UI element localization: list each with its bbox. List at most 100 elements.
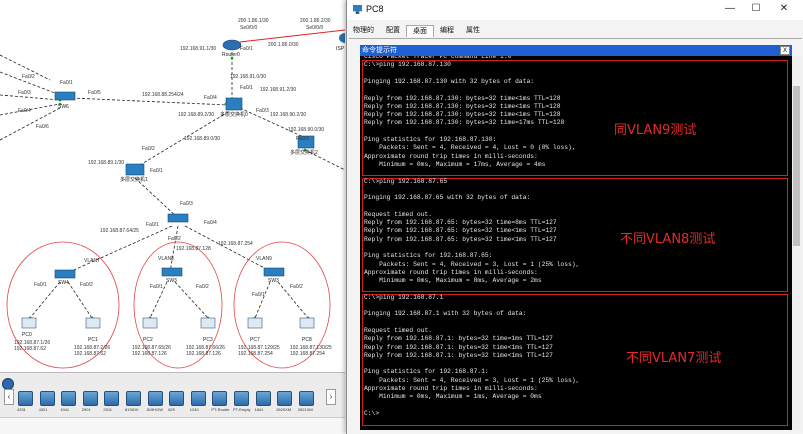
cmd-line: Request timed out. (364, 326, 433, 334)
device-slot-label: 1240 (189, 407, 199, 412)
cmd-line: Cisco Packet Tracer PC Command Line 1.0 (364, 56, 512, 60)
scroll-left-button[interactable]: ‹ (4, 389, 14, 405)
title-bar: PC8 — ☐ ✕ (347, 0, 803, 20)
label-vlan8: VLAN8 (158, 256, 174, 262)
tab-bar: 物理的 配置 桌面 编程 属性 (347, 25, 803, 39)
label-pc1-ip: 192.168.87.2/26 192.168.87.62 (74, 345, 111, 357)
device-slot-label: 819IOX (125, 407, 139, 412)
cmd-line: Ping statistics for 192.168.87.65: (364, 252, 493, 260)
pc8-label: PC8 (302, 337, 312, 343)
cmd-line: Packets: Sent = 4, Received = 4, Lost = … (364, 144, 576, 152)
label-r-ip4: 192.168.91.1/30 (180, 46, 217, 52)
label-r-ip2: 200.1.86.2/30 (300, 18, 331, 24)
scroll-right-button[interactable]: › (326, 389, 336, 405)
label-net2: 192.168.91.2/30 (260, 87, 297, 93)
cmd-line: Approximate round trip times in milli-se… (364, 268, 538, 276)
cmd-line: Reply from 192.168.87.130: bytes=32 time… (364, 102, 561, 110)
sw-mid-label: 多层交换机1 (120, 177, 148, 183)
command-prompt-output[interactable]: Cisco Packet Tracer PC Command Line 1.0 C… (360, 56, 792, 430)
cmd-line: Reply from 192.168.87.1: bytes=32 time<1… (364, 351, 553, 359)
isp-label: ISP (336, 46, 345, 52)
pc3-label: PC3 (203, 337, 213, 343)
pc0-label: PC0 (22, 332, 32, 338)
port-label: Fa0/2 (290, 284, 303, 290)
device-slot[interactable] (82, 391, 98, 406)
device-slot[interactable] (169, 391, 185, 406)
topology-links (0, 29, 345, 369)
cmd-line: Minimum = 0ms, Maximum = 17ms, Average =… (364, 160, 546, 168)
tab-attributes[interactable]: 属性 (460, 25, 486, 37)
device-slot[interactable] (212, 391, 228, 406)
pc1-label: PC1 (88, 337, 98, 343)
label-pc3-ip: 192.168.87.66/26 192.168.87.126 (186, 345, 225, 357)
scrollbar-thumb[interactable] (793, 86, 800, 246)
port-label: Fa0/1 (150, 168, 163, 174)
label-vlan7: VLAN7 (84, 258, 100, 264)
pc8-window: PC8 — ☐ ✕ 物理的 配置 桌面 编程 属性 命令提示符 X Cisco … (346, 0, 803, 434)
device-slot[interactable] (39, 391, 55, 406)
port-label: Fa0/3 (296, 136, 309, 142)
port-label: Fa0/6 (36, 124, 49, 130)
device-slot-label: 2901 (81, 407, 91, 412)
device-slot-label: 2621XM (297, 407, 313, 412)
cmd-line: Ping statistics for 192.168.87.130: (364, 136, 497, 143)
label-r-ip1: 200.1.86.1/30 (238, 18, 269, 24)
device-slot[interactable] (18, 391, 33, 406)
tab-physical[interactable]: 物理的 (347, 25, 380, 37)
label-pc7-ip: 192.168.87.129/25 192.168.87.254 (238, 345, 280, 357)
annotation-vlan9: 同VLAN9测试 (614, 123, 697, 138)
cmd-scrollbar[interactable] (792, 56, 801, 430)
device-slot[interactable] (298, 391, 314, 406)
tab-programming[interactable]: 编程 (434, 25, 460, 37)
cmd-line: Pinging 192.168.87.1 with 32 bytes of da… (364, 310, 527, 318)
cmd-line: Packets: Sent = 4, Received = 3, Lost = … (364, 376, 580, 384)
label-r-if3: Fa0/1 (240, 46, 253, 52)
port-label: Fa0/1 (60, 80, 73, 86)
device-slot[interactable] (255, 391, 271, 406)
cmd-line: Minimum = 0ms, Maximum = 8ms, Average = … (364, 277, 542, 285)
device-slot[interactable] (104, 391, 120, 406)
app-stage: Router0 ISP SW6 多层交换机0 多层交换机2 多层交换机1 SW4… (0, 0, 803, 434)
device-slot[interactable] (126, 391, 141, 406)
device-description-panel (0, 417, 345, 434)
cmd-line: C:\>ping 192.168.87.1 (364, 293, 444, 301)
port-label: Fa0/3 (256, 108, 269, 114)
command-prompt-title: 命令提示符 (362, 47, 397, 54)
cmd-line: C:\>ping 192.168.87.130 (364, 61, 451, 69)
cmd-line: Reply from 192.168.87.65: bytes=32 time<… (364, 235, 557, 243)
tab-desktop[interactable]: 桌面 (406, 25, 434, 37)
label-net6: 192.168.90.0/30 (288, 127, 325, 133)
tab-config[interactable]: 配置 (380, 25, 406, 37)
close-icon[interactable]: ✕ (777, 3, 791, 14)
cmd-line: Pinging 192.168.87.130 with 32 bytes of … (364, 77, 535, 85)
device-slot[interactable] (234, 391, 249, 406)
maximize-icon[interactable]: ☐ (749, 3, 763, 14)
device-slot-label: PT-Empty (233, 407, 251, 412)
device-slot-label: PT-Router (211, 407, 230, 412)
device-slot[interactable] (147, 391, 163, 406)
sw4-label: SW4 (58, 280, 69, 286)
label-net5: 192.168.90.2/30 (270, 112, 307, 118)
cmd-line: Approximate round trip times in milli-se… (364, 385, 538, 392)
device-slot-label: 1841 (254, 407, 264, 412)
sw3b-label: SW3 (268, 278, 279, 284)
device-slot[interactable] (277, 391, 293, 406)
device-slot-label: 819HGW (146, 407, 164, 412)
port-label: Fa0/2 (168, 236, 181, 242)
device-slot[interactable] (61, 391, 77, 406)
pc7-label: PC7 (250, 337, 260, 343)
device-slot[interactable] (190, 391, 206, 406)
label-pc0-ip: 192.168.87.1/26 192.168.87.62 (14, 340, 51, 352)
label-net3: 192.168.88.254/24 (142, 92, 184, 98)
close-prompt-button[interactable]: X (780, 46, 790, 55)
label-pc8-ip: 192.168.87.130/25 192.168.87.254 (290, 345, 332, 357)
core0-label: 多层交换机0 (220, 112, 248, 118)
port-label: Fa0/4 (204, 95, 217, 101)
port-label: Fa0/1 (146, 222, 159, 228)
port-label: Fa0/2 (80, 282, 93, 288)
minimize-icon[interactable]: — (723, 3, 737, 14)
annotation-vlan7: 不同VLAN7测试 (626, 351, 722, 366)
port-label: Fa0/2 (196, 284, 209, 290)
label-vlan9: VLAN9 (256, 256, 272, 262)
device-slot-label: 4331 (17, 407, 26, 412)
